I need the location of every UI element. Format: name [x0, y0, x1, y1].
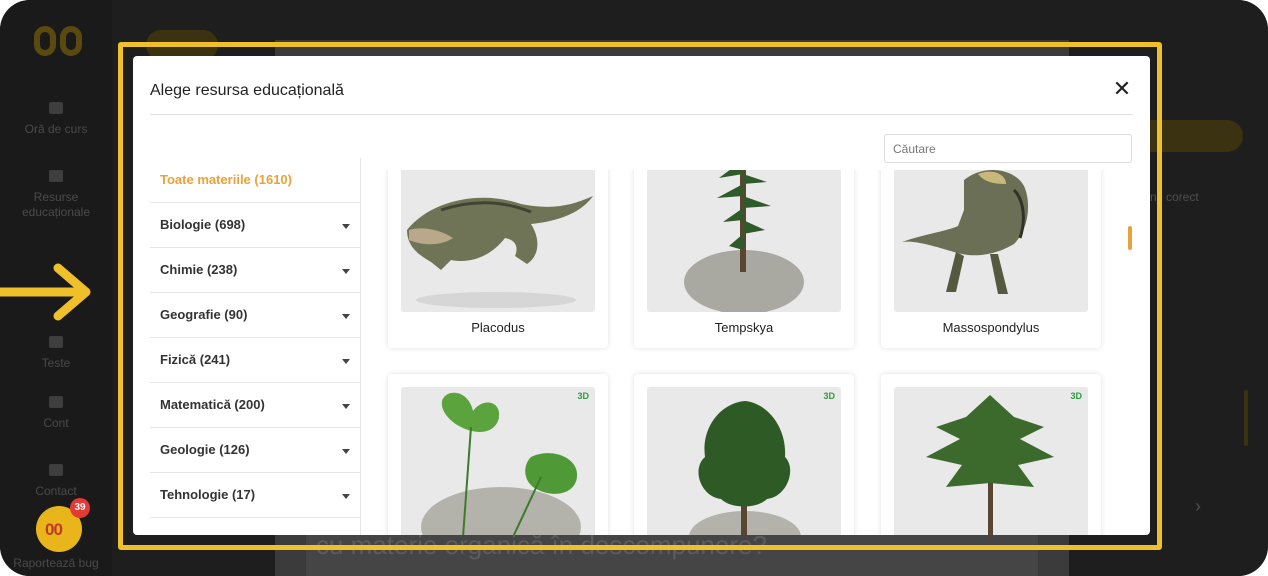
chevron-down-icon	[342, 404, 350, 409]
conifer-model-image	[926, 395, 1054, 535]
3d-icon: 3D	[823, 391, 835, 401]
tree-model-image	[689, 401, 801, 535]
side-scroll-bar	[1244, 390, 1248, 446]
category-label: Biologie (698)	[160, 217, 246, 232]
resource-card-tree[interactable]: 3D	[634, 374, 854, 535]
close-button[interactable]: ✕	[1111, 78, 1133, 100]
resource-thumbnail: 3D	[401, 387, 595, 535]
resource-title: Tempskya	[714, 320, 774, 335]
resource-thumbnail	[647, 170, 841, 312]
next-icon: ›	[1195, 496, 1201, 516]
resource-grid: Placodus 3D Tempskya 3D	[369, 170, 1126, 535]
resource-card-placodus[interactable]: Placodus 3D	[388, 170, 608, 348]
resource-thumbnail	[894, 170, 1088, 312]
sidebar-item-contact[interactable]: Contact	[0, 464, 112, 499]
category-label: Tehnologie (17)	[160, 487, 256, 502]
massospondylus-model-image	[902, 170, 1029, 294]
sidebar-item-label: Cont	[43, 416, 69, 430]
category-physics[interactable]: Fizică (241)	[150, 338, 360, 383]
category-label: Chimie (238)	[160, 262, 238, 277]
3d-icon: 3D	[577, 391, 589, 401]
resource-thumbnail: 3D	[894, 387, 1088, 535]
sidebar-item-label: Teste	[41, 356, 71, 370]
bug-report-button[interactable]: 00 39	[36, 498, 90, 552]
modal-divider	[150, 114, 1133, 115]
sidebar-item-label: Contact	[35, 484, 77, 498]
category-label: Toate materiile (1610)	[160, 172, 292, 187]
3d-icon: 3D	[836, 170, 848, 172]
resource-thumbnail	[401, 170, 595, 312]
category-label: Matematică (200)	[160, 397, 265, 412]
tempskya-model-image	[684, 170, 804, 312]
resource-card-tempskya[interactable]: Tempskya 3D	[634, 170, 854, 348]
category-geography[interactable]: Geografie (90)	[150, 293, 360, 338]
screen-frame: Oră de curs Resurse educaționale Teste C…	[0, 0, 1268, 576]
search-input[interactable]	[884, 134, 1132, 163]
chevron-down-icon	[342, 494, 350, 499]
user-icon	[49, 396, 63, 408]
chevron-down-icon	[342, 314, 350, 319]
chevron-down-icon	[342, 359, 350, 364]
category-label: Fizică (241)	[160, 352, 231, 367]
category-chemistry[interactable]: Chimie (238)	[150, 248, 360, 293]
modal-title: Alege resursa educațională	[150, 82, 344, 99]
grid-scrollbar[interactable]	[1128, 226, 1132, 250]
category-label: Geografie (90)	[160, 307, 248, 322]
resource-card-conifer[interactable]: 3D	[881, 374, 1101, 535]
bug-mascot-icon: 00	[45, 520, 63, 539]
category-label: Geologie (126)	[160, 442, 250, 457]
sidebar-item-account[interactable]: Cont	[0, 396, 112, 431]
tutorial-arrow-icon	[0, 263, 91, 321]
category-technology[interactable]: Tehnologie (17)	[150, 473, 360, 518]
presentation-icon	[49, 102, 63, 114]
mail-icon	[49, 464, 63, 476]
resource-card-massospondylus[interactable]: Massospondylus 3D	[881, 170, 1101, 348]
chevron-down-icon	[342, 449, 350, 454]
category-math[interactable]: Matematică (200)	[150, 383, 360, 428]
placodus-model-image	[407, 196, 593, 308]
category-geology[interactable]: Geologie (126)	[150, 428, 360, 473]
resource-title: Massospondylus	[942, 320, 1040, 335]
sidebar-item-tests[interactable]: Teste	[0, 336, 112, 371]
resource-thumbnail: 3D	[647, 387, 841, 535]
category-list: Toate materiile (1610) Biologie (698) Ch…	[150, 158, 361, 535]
sidebar-item-lesson[interactable]: Oră de curs	[0, 102, 112, 137]
sidebar-item-label: Resurse educaționale	[21, 190, 91, 219]
sidebar-item-label: Oră de curs	[24, 122, 88, 136]
category-biology[interactable]: Biologie (698)	[150, 203, 360, 248]
chevron-down-icon	[342, 224, 350, 229]
chevron-down-icon	[342, 269, 350, 274]
3d-icon: 3D	[590, 170, 602, 172]
sidebar-item-resources[interactable]: Resurse educaționale	[0, 170, 112, 220]
3d-icon: 3D	[1070, 391, 1082, 401]
bug-count-badge: 39	[70, 498, 90, 518]
test-icon	[49, 336, 63, 348]
resource-title: Placodus	[471, 320, 525, 335]
app-logo	[34, 26, 84, 60]
3d-icon: 3D	[1083, 170, 1095, 172]
category-all[interactable]: Toate materiile (1610)	[150, 158, 360, 203]
plant-model-image	[421, 392, 581, 535]
resource-picker-modal: Alege resursa educațională ✕ Toate mater…	[133, 56, 1150, 535]
box-icon	[49, 170, 63, 182]
resource-card-plant[interactable]: 3D	[388, 374, 608, 535]
bug-report-label: Raportează bug	[13, 556, 99, 570]
